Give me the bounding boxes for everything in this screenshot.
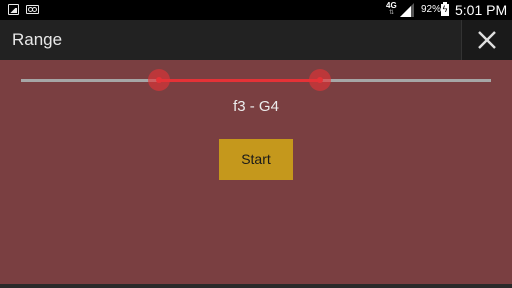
- data-activity-icon: ⇅: [389, 10, 395, 16]
- voicemail-icon: [26, 5, 39, 14]
- clock: 5:01 PM: [455, 2, 508, 18]
- close-button[interactable]: [461, 20, 512, 60]
- start-button[interactable]: Start: [219, 139, 293, 180]
- signal-icon: [400, 3, 414, 17]
- action-bar: Range: [0, 20, 512, 60]
- close-icon: [478, 31, 496, 49]
- range-value-label: f3 - G4: [233, 98, 279, 115]
- bottom-edge: [0, 284, 512, 288]
- range-slider[interactable]: [20, 64, 492, 96]
- dialog-title: Range: [12, 30, 63, 49]
- status-bar: 4G ⇅ 92% 5:01 PM: [0, 0, 512, 20]
- slider-selected-range: [159, 79, 320, 82]
- battery-percentage: 92%: [421, 4, 442, 15]
- image-notification-icon: [8, 4, 19, 15]
- slider-high-thumb[interactable]: [309, 69, 331, 91]
- slider-low-thumb[interactable]: [148, 69, 170, 91]
- network-type-label: 4G: [386, 1, 397, 10]
- battery-charging-icon: [441, 2, 449, 16]
